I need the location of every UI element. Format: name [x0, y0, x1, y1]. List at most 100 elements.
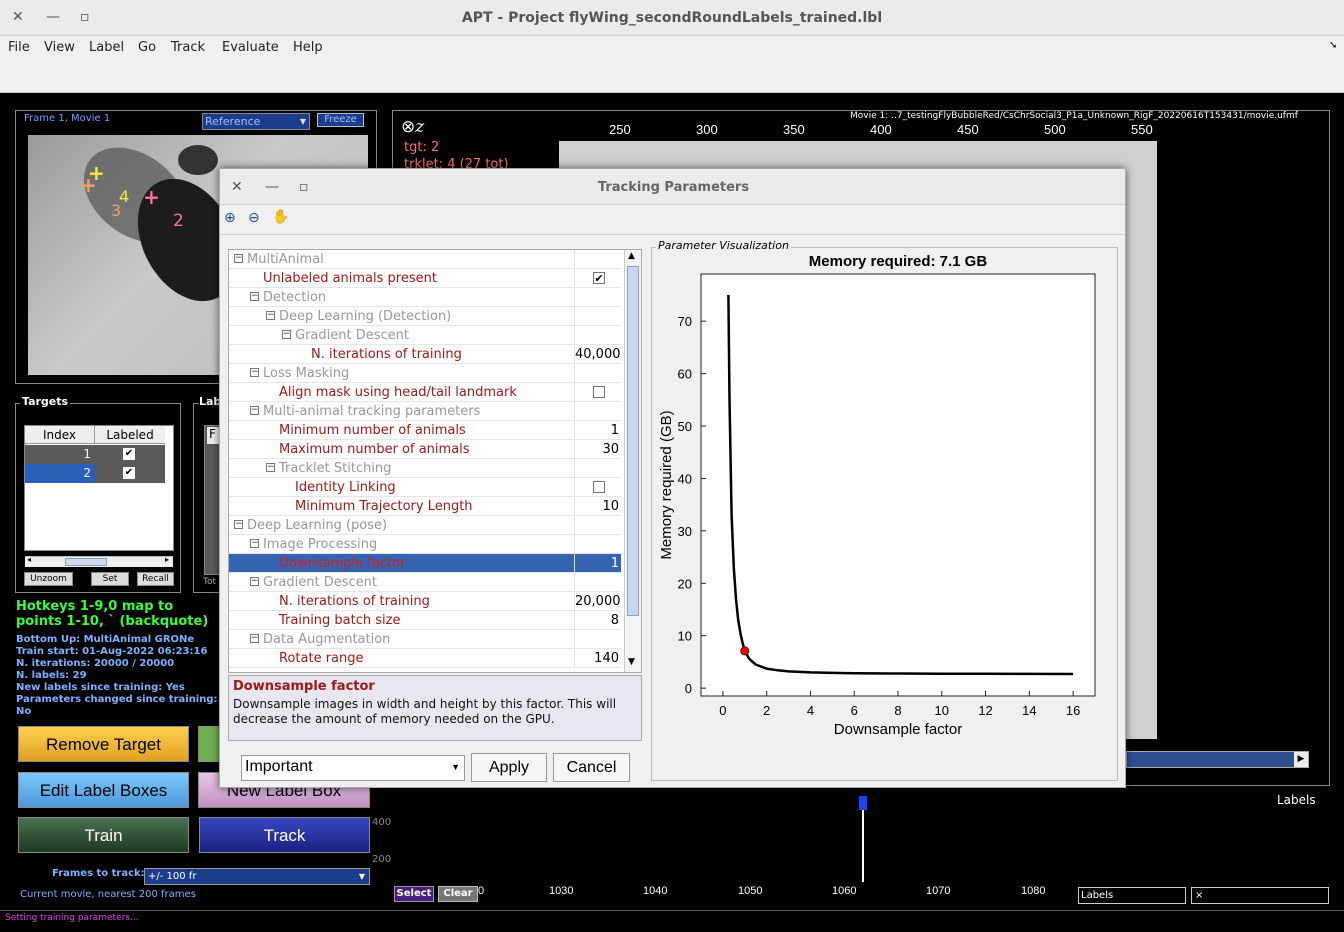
- tree-param-value[interactable]: 1: [574, 421, 621, 440]
- reference-select[interactable]: Reference ▼: [202, 113, 310, 130]
- menu-go[interactable]: Go: [138, 40, 156, 55]
- track-button[interactable]: Track: [199, 817, 370, 853]
- collapse-toggle-icon[interactable]: −: [234, 520, 243, 529]
- tree-row[interactable]: Minimum Trajectory Length 10: [229, 497, 621, 516]
- tree-row[interactable]: N. iterations of training 40,000: [229, 345, 621, 364]
- scroll-thumb[interactable]: [627, 266, 639, 616]
- clear-button[interactable]: Clear: [438, 886, 478, 902]
- tree-param-value[interactable]: 8: [574, 611, 621, 630]
- keypoint-marker[interactable]: +: [143, 185, 160, 209]
- set-button[interactable]: Set: [91, 572, 129, 586]
- x-tick: 550: [1131, 122, 1153, 137]
- collapse-toggle-icon[interactable]: −: [250, 539, 259, 548]
- collapse-toggle-icon[interactable]: −: [266, 311, 275, 320]
- collapse-toggle-icon[interactable]: −: [282, 330, 291, 339]
- pan-hand-icon[interactable]: ✋: [272, 209, 289, 225]
- select-button[interactable]: Select: [394, 886, 434, 902]
- tree-row[interactable]: − Deep Learning (pose): [229, 516, 621, 535]
- param-checkbox[interactable]: ✔: [593, 272, 605, 284]
- collapse-toggle-icon[interactable]: −: [250, 368, 259, 377]
- collapse-toggle-icon[interactable]: −: [234, 254, 243, 263]
- frames-to-track-select[interactable]: +/- 100 fr ▼: [144, 868, 370, 885]
- timeline-labels-field[interactable]: Labels: [1078, 887, 1186, 904]
- frame-slider[interactable]: ▶: [1126, 751, 1309, 768]
- parameter-description: Downsample factor Downsample images in w…: [228, 675, 642, 741]
- collapse-toggle-icon[interactable]: −: [266, 463, 275, 472]
- tree-param-value[interactable]: [574, 478, 621, 497]
- zoom-out-icon[interactable]: ⊖: [248, 210, 260, 226]
- tree-param-value[interactable]: 1: [574, 554, 621, 573]
- apply-button[interactable]: Apply: [471, 753, 547, 782]
- recall-button[interactable]: Recall: [137, 572, 174, 586]
- tree-row[interactable]: − Multi-animal tracking parameters: [229, 402, 621, 421]
- col-header-labeled[interactable]: Labeled: [95, 426, 165, 444]
- tree-row[interactable]: − Image Processing: [229, 535, 621, 554]
- collapse-toggle-icon[interactable]: −: [250, 634, 259, 643]
- tree-row[interactable]: − Gradient Descent: [229, 573, 621, 592]
- tree-param-value[interactable]: 10: [574, 497, 621, 516]
- timeline-close-field[interactable]: ×: [1191, 887, 1329, 904]
- tree-param-value[interactable]: 30: [574, 440, 621, 459]
- keypoint-marker[interactable]: +: [80, 173, 97, 197]
- tree-row[interactable]: Minimum number of animals 1: [229, 421, 621, 440]
- zoom-in-icon[interactable]: ⊕: [224, 210, 236, 226]
- tree-param-value[interactable]: 40,000: [574, 345, 621, 364]
- arrow-left-icon[interactable]: ◂: [27, 555, 31, 564]
- labeled-checkbox[interactable]: ✔: [123, 448, 135, 460]
- train-button[interactable]: Train: [18, 817, 189, 853]
- tree-row[interactable]: − Deep Learning (Detection): [229, 307, 621, 326]
- zoom-mode-icon[interactable]: ⊗z: [401, 117, 424, 137]
- tree-row[interactable]: Rotate range 140: [229, 649, 621, 668]
- edit-label-boxes-button[interactable]: Edit Label Boxes: [18, 772, 189, 808]
- menu-help[interactable]: Help: [293, 40, 323, 55]
- tree-param-value[interactable]: ✔: [574, 269, 621, 288]
- table-row[interactable]: 2: [25, 464, 95, 483]
- tree-row[interactable]: − Gradient Descent: [229, 326, 621, 345]
- tree-row[interactable]: Align mask using head/tail landmark: [229, 383, 621, 402]
- collapse-toggle-icon[interactable]: −: [250, 577, 259, 586]
- menu-file[interactable]: File: [8, 40, 30, 55]
- tree-scrollbar[interactable]: ▲ ▼: [624, 250, 641, 672]
- tree-row[interactable]: − Data Augmentation: [229, 630, 621, 649]
- tree-row[interactable]: − Tracklet Stitching: [229, 459, 621, 478]
- unzoom-button[interactable]: Unzoom: [24, 572, 73, 586]
- arrow-up-icon[interactable]: ▲: [628, 251, 635, 261]
- menu-view[interactable]: View: [44, 40, 75, 55]
- scroll-thumb[interactable]: [65, 558, 107, 566]
- menu-label[interactable]: Label: [89, 40, 124, 55]
- tree-group-label: Gradient Descent: [263, 575, 377, 590]
- tree-param-value[interactable]: 140: [574, 649, 621, 668]
- collapse-toggle-icon[interactable]: −: [250, 292, 259, 301]
- table-cell[interactable]: ✔: [95, 464, 165, 483]
- param-checkbox[interactable]: [593, 481, 605, 493]
- col-header-index[interactable]: Index: [25, 426, 95, 444]
- tree-param-value[interactable]: [574, 383, 621, 402]
- tree-row[interactable]: Training batch size 8: [229, 611, 621, 630]
- tree-row[interactable]: − Detection: [229, 288, 621, 307]
- parameter-tree[interactable]: − MultiAnimal Unlabeled animals present ✔ − D…: [228, 249, 642, 673]
- tree-row[interactable]: − MultiAnimal: [229, 250, 621, 269]
- arrow-down-icon[interactable]: ▼: [628, 657, 635, 667]
- tree-row[interactable]: Downsample factor 1: [229, 554, 621, 573]
- table-row[interactable]: 1 ✔: [25, 445, 165, 464]
- cancel-button[interactable]: Cancel: [553, 753, 630, 782]
- current-frame-marker[interactable]: [859, 796, 867, 810]
- tree-row[interactable]: N. iterations of training 20,000: [229, 592, 621, 611]
- menu-evaluate[interactable]: Evaluate: [222, 40, 279, 55]
- menu-overflow-icon[interactable]: ➘: [1329, 40, 1337, 51]
- freeze-button[interactable]: Freeze: [317, 113, 364, 127]
- arrow-right-icon[interactable]: ▸: [165, 555, 169, 564]
- importance-level-select[interactable]: Important ▼: [241, 755, 465, 781]
- collapse-toggle-icon[interactable]: −: [250, 406, 259, 415]
- tree-row[interactable]: Identity Linking: [229, 478, 621, 497]
- param-checkbox[interactable]: [593, 386, 605, 398]
- tree-row[interactable]: Maximum number of animals 30: [229, 440, 621, 459]
- tree-row[interactable]: Unlabeled animals present ✔: [229, 269, 621, 288]
- horizontal-scrollbar[interactable]: ◂ ▸: [25, 555, 173, 567]
- tree-param-value[interactable]: 20,000: [574, 592, 621, 611]
- menu-track[interactable]: Track: [171, 40, 205, 55]
- tree-row[interactable]: − Loss Masking: [229, 364, 621, 383]
- labeled-checkbox[interactable]: ✔: [123, 467, 135, 479]
- remove-target-button[interactable]: Remove Target: [18, 726, 189, 762]
- arrow-right-icon[interactable]: ▶: [1294, 752, 1308, 767]
